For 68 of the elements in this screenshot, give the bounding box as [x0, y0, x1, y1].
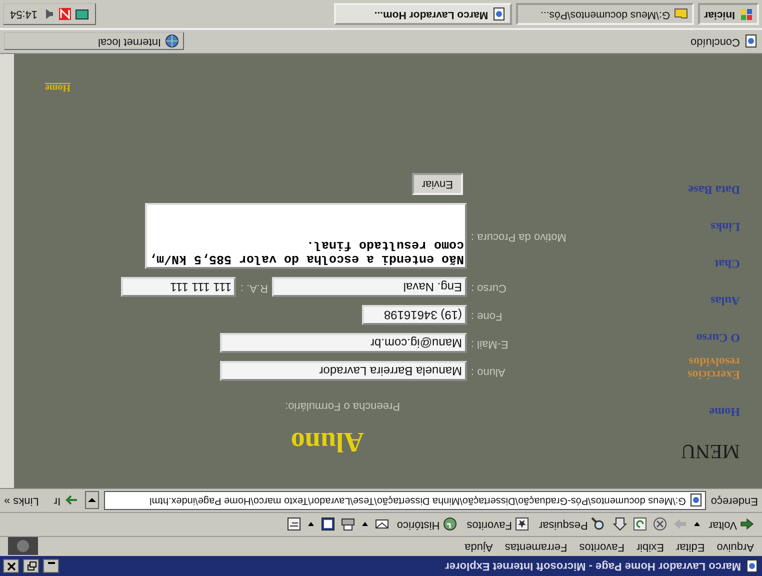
menu-item[interactable]: Ferramentas	[504, 538, 568, 555]
page-icon	[492, 7, 506, 21]
refresh-icon[interactable]	[632, 518, 647, 532]
go-button[interactable]: Ir	[52, 492, 80, 509]
text-field[interactable]: Manuela Barreira Lavrador	[220, 362, 467, 382]
close-icon[interactable]	[3, 559, 19, 573]
minimize-icon[interactable]	[43, 559, 59, 573]
field-label: Fone :	[470, 308, 504, 324]
antivirus-icon	[58, 7, 72, 21]
field-label: R.A. :	[239, 280, 269, 296]
clock-text: 14:54	[10, 7, 38, 22]
globe-icon	[165, 34, 179, 48]
text-area[interactable]: Não entendi a escolha do valor 585,5 kN/m, como resultado final.	[145, 204, 467, 270]
history-button[interactable]: Histórico	[394, 516, 459, 533]
dropdown-icon[interactable]	[84, 492, 99, 510]
back-button[interactable]: Voltar	[706, 516, 756, 533]
links-button[interactable]: Links »	[4, 492, 39, 509]
menu-item[interactable]: Favoritos	[579, 538, 624, 555]
search-icon	[590, 518, 605, 532]
caret-icon[interactable]	[692, 520, 701, 528]
page-heading: Aluno	[290, 425, 364, 459]
taskbar-button[interactable]: Marco Lavrador Hom...	[334, 3, 512, 25]
menu-item[interactable]: Ajuda	[464, 538, 493, 555]
page-icon	[744, 34, 758, 48]
discuss-icon[interactable]	[286, 518, 301, 532]
mail-icon[interactable]	[374, 518, 389, 532]
menu-heading: MENU	[680, 439, 740, 464]
menu-item[interactable]: Arquivo	[716, 538, 754, 555]
printer-icon[interactable]	[340, 518, 355, 532]
scrollbar[interactable]	[0, 54, 14, 488]
submit-button[interactable]: Enviar	[412, 173, 463, 196]
text-field[interactable]: 111 111 111	[121, 278, 236, 298]
start-button[interactable]: Iniciar	[698, 3, 759, 25]
field-label: Aluno :	[470, 364, 506, 380]
windows-logo-icon	[739, 7, 753, 21]
field-label: E-Mail :	[470, 336, 510, 352]
page-icon	[745, 559, 759, 573]
back-arrow-icon	[740, 518, 754, 532]
text-field[interactable]: Manu@ig.com.br	[220, 334, 467, 354]
folder-icon	[674, 7, 688, 21]
caret-icon[interactable]	[360, 520, 369, 528]
caret-icon[interactable]	[306, 520, 315, 528]
address-label: Endereço	[710, 494, 758, 509]
address-field[interactable]: G:\Meus documentos\Pós-Graduação\Dissertação\Minha Dissertação\Tese\Lavrador\Texto marco\Home Page\index.html	[104, 491, 706, 510]
field-label: Motivo da Procura :	[470, 230, 568, 245]
field-label: Curso :	[470, 280, 508, 296]
restore-icon[interactable]	[23, 559, 39, 573]
form-instruction: Preencha o Formulário:	[284, 399, 400, 414]
text-field[interactable]: Eng. Naval	[272, 278, 467, 298]
clock-icon	[442, 518, 457, 532]
status-text: Concluído	[690, 34, 740, 50]
star-icon	[514, 518, 529, 532]
text-field[interactable]: (19) 34616198	[362, 306, 467, 326]
document-icon[interactable]	[320, 518, 335, 532]
zone-text: Internet local	[98, 34, 161, 50]
favorites-button[interactable]: Favoritos	[464, 516, 531, 533]
taskbar-button[interactable]: G:\Meus documentos\Pós...	[516, 3, 694, 25]
page-icon	[688, 494, 703, 508]
menu-item[interactable]: Editar	[676, 538, 705, 555]
globe-logo-icon	[8, 538, 38, 556]
menu-item[interactable]: Exibir	[636, 538, 664, 555]
home-icon[interactable]	[612, 518, 627, 532]
address-text: G:\Meus documentos\Pós-Graduação\Dissertação\Minha Dissertação\Tese\Lavrador\Texto marco\Home Page\index.html	[150, 494, 686, 508]
stop-icon[interactable]	[652, 518, 667, 532]
network-icon	[74, 7, 89, 21]
window-title: Marco Lavrador Home Page - Microsoft Internet Explorer	[444, 559, 741, 574]
search-button[interactable]: Pesquisar	[536, 516, 607, 533]
go-arrow-icon	[64, 494, 78, 508]
